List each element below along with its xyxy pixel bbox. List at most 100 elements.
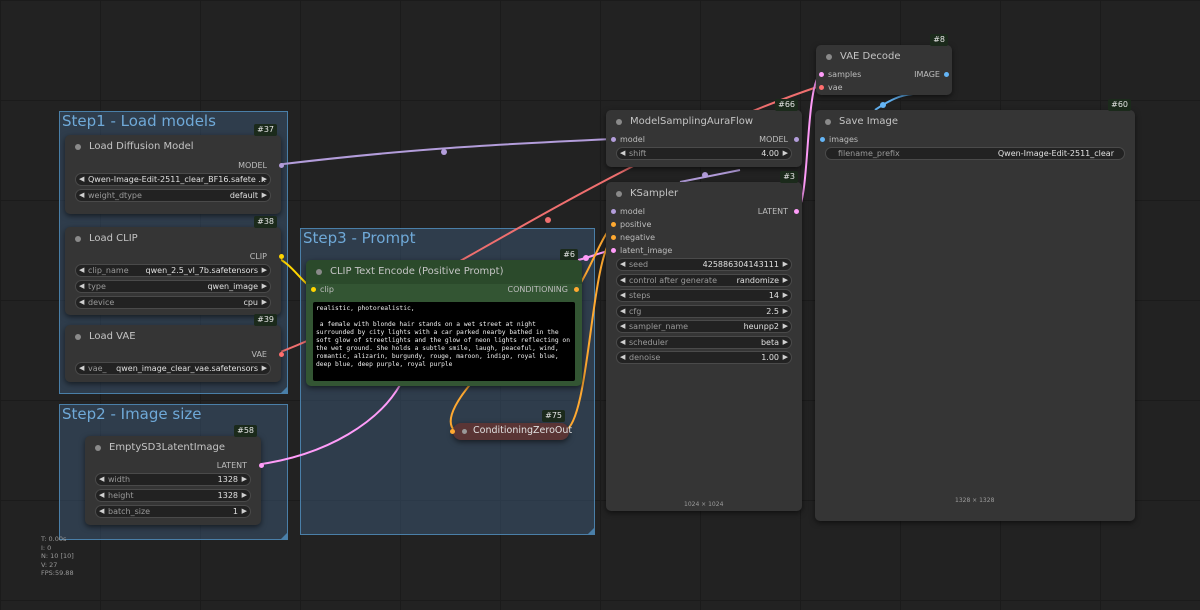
vae-name-combo[interactable]: ◀ vae_ qwen_image_clear_vae.safetensors … (75, 362, 271, 375)
height-number[interactable]: ◀ height 1328 ▶ (95, 489, 251, 502)
width-number[interactable]: ◀ width 1328 ▶ (95, 473, 251, 486)
prompt-textarea[interactable]: realistic, photorealistic, a female with… (313, 302, 575, 381)
decrement-icon[interactable]: ◀ (99, 490, 104, 501)
arrow-right-icon[interactable]: ▶ (783, 321, 788, 332)
increment-icon[interactable]: ▶ (783, 259, 788, 270)
arrow-right-icon: ▶ (261, 175, 267, 183)
stat-nodes: N: 10 [10] (41, 552, 74, 560)
increment-icon[interactable]: ▶ (783, 290, 788, 301)
input-images-label: images (829, 135, 859, 144)
output-latent-dot[interactable] (794, 209, 799, 214)
decrement-icon[interactable]: ◀ (620, 306, 625, 317)
unet-name-combo[interactable]: ◀ Qwen-Image-Edit-2511_clear_BF16.safete… (75, 173, 271, 186)
steps-value: 14 (768, 291, 779, 300)
input-clip-dot[interactable] (311, 287, 316, 292)
seed-number[interactable]: ◀ seed 425886304143111 ▶ (616, 258, 792, 271)
group-resize-handle[interactable] (281, 387, 287, 393)
unet-name-value: Qwen-Image-Edit-2511_clear_BF16.safete .… (88, 175, 266, 184)
height-label: height (108, 491, 134, 500)
sampler-name-value: heunpp2 (743, 322, 779, 331)
steps-number[interactable]: ◀ steps 14 ▶ (616, 289, 792, 302)
input-positive-dot[interactable] (611, 222, 616, 227)
sampler-name-combo[interactable]: ◀ sampler_name heunpp2 ▶ (616, 320, 792, 333)
shift-number[interactable]: ◀ shift 4.00 ▶ (616, 147, 792, 160)
node-model-sampling-aura-flow[interactable]: #66 ModelSamplingAuraFlow model MODEL ◀ … (606, 99, 802, 167)
node-title: Save Image (815, 110, 1135, 134)
arrow-left-icon[interactable]: ◀ (620, 275, 625, 286)
arrow-right-icon: ▶ (261, 282, 267, 290)
decrement-icon[interactable]: ◀ (620, 290, 625, 301)
input-latent-dot[interactable] (611, 248, 616, 253)
increment-icon[interactable]: ▶ (783, 306, 788, 317)
weight-dtype-combo[interactable]: ◀ weight_dtype default ▶ (75, 189, 271, 202)
node-conditioning-zero-out[interactable]: #75 ConditioningZeroOut (450, 410, 572, 440)
input-negative-dot[interactable] (611, 235, 616, 240)
group-title: Step3 - Prompt (303, 229, 416, 247)
node-load-diffusion-model[interactable]: #37 Load Diffusion Model MODEL ◀ Qwen-Im… (65, 124, 284, 214)
decrement-icon[interactable]: ◀ (620, 148, 625, 159)
input-samples-label: samples (828, 70, 862, 79)
output-vae-dot[interactable] (279, 352, 284, 357)
increment-icon[interactable]: ▶ (783, 148, 788, 159)
increment-icon[interactable]: ▶ (242, 474, 247, 485)
arrow-right-icon[interactable]: ▶ (783, 275, 788, 286)
output-conditioning-dot[interactable] (574, 287, 579, 292)
input-conditioning-dot[interactable] (450, 429, 455, 434)
output-model-dot[interactable] (279, 163, 284, 168)
input-vae-dot[interactable] (819, 85, 824, 90)
output-latent-dot[interactable] (259, 463, 264, 468)
output-model-dot[interactable] (794, 137, 799, 142)
control-after-generate-combo[interactable]: ◀ control after generate randomize ▶ (616, 274, 792, 287)
arrow-left-icon: ◀ (79, 266, 85, 274)
input-model-dot[interactable] (611, 209, 616, 214)
increment-icon[interactable]: ▶ (242, 506, 247, 517)
input-images-dot[interactable] (820, 137, 825, 142)
increment-icon[interactable]: ▶ (783, 352, 788, 363)
node-load-vae[interactable]: #39 Load VAE VAE ◀ vae_ qwen_image_clear… (65, 314, 284, 382)
node-clip-text-encode[interactable]: #6 CLIP Text Encode (Positive Prompt) cl… (306, 249, 582, 386)
denoise-number[interactable]: ◀ denoise 1.00 ▶ (616, 351, 792, 364)
batch-size-label: batch_size (108, 507, 151, 516)
clip-type-label: type (88, 282, 106, 291)
group-resize-handle[interactable] (281, 533, 287, 539)
arrow-left-icon[interactable]: ◀ (620, 337, 625, 348)
clip-device-combo[interactable]: ◀ device cpu ▶ (75, 296, 271, 309)
stat-i: I: 0 (41, 543, 52, 552)
clip-type-combo[interactable]: ◀ type qwen_image ▶ (75, 280, 271, 293)
link-image (874, 93, 914, 111)
input-model-label: model (620, 135, 645, 144)
input-samples-dot[interactable] (819, 72, 824, 77)
node-ksampler[interactable]: #3 KSampler model LATENT positive negati… (606, 171, 802, 511)
cfg-number[interactable]: ◀ cfg 2.5 ▶ (616, 305, 792, 318)
scheduler-combo[interactable]: ◀ scheduler beta ▶ (616, 336, 792, 349)
decrement-icon[interactable]: ◀ (620, 352, 625, 363)
group-title: Step1 - Load models (62, 112, 216, 130)
node-empty-sd3-latent-image[interactable]: #58 EmptySD3LatentImage LATENT ◀ width 1… (85, 425, 264, 525)
increment-icon[interactable]: ▶ (242, 490, 247, 501)
filename-prefix-input[interactable]: filename_prefix Qwen-Image-Edit-2511_cle… (825, 147, 1125, 160)
height-value: 1328 (217, 491, 238, 500)
arrow-left-icon: ◀ (79, 191, 85, 199)
arrow-left-icon[interactable]: ◀ (620, 321, 625, 332)
node-title: KSampler (606, 182, 802, 206)
link-model-sampling-mid (702, 172, 708, 178)
input-model-dot[interactable] (611, 137, 616, 142)
batch-size-number[interactable]: ◀ batch_size 1 ▶ (95, 505, 251, 518)
output-image-dot[interactable] (944, 72, 949, 77)
node-title: Load CLIP (65, 227, 281, 251)
link-image-mid (880, 102, 886, 108)
node-vae-decode[interactable]: #8 VAE Decode samples vae IMAGE (816, 34, 952, 95)
node-id-badge: #75 (542, 410, 565, 422)
arrow-left-icon: ◀ (79, 175, 85, 183)
output-clip-dot[interactable] (279, 254, 284, 259)
decrement-icon[interactable]: ◀ (620, 259, 625, 270)
decrement-icon[interactable]: ◀ (99, 474, 104, 485)
decrement-icon[interactable]: ◀ (99, 506, 104, 517)
node-load-clip[interactable]: #38 Load CLIP CLIP ◀ clip_name qwen_2.5_… (65, 216, 284, 315)
node-save-image[interactable]: #60 Save Image images filename_prefix Qw… (815, 99, 1135, 521)
collapse-dot (462, 429, 467, 434)
clip-name-combo[interactable]: ◀ clip_name qwen_2.5_vl_7b.safetensors ▶ (75, 264, 271, 277)
filename-prefix-label: filename_prefix (838, 149, 900, 158)
group-resize-handle[interactable] (588, 528, 594, 534)
arrow-right-icon[interactable]: ▶ (783, 337, 788, 348)
